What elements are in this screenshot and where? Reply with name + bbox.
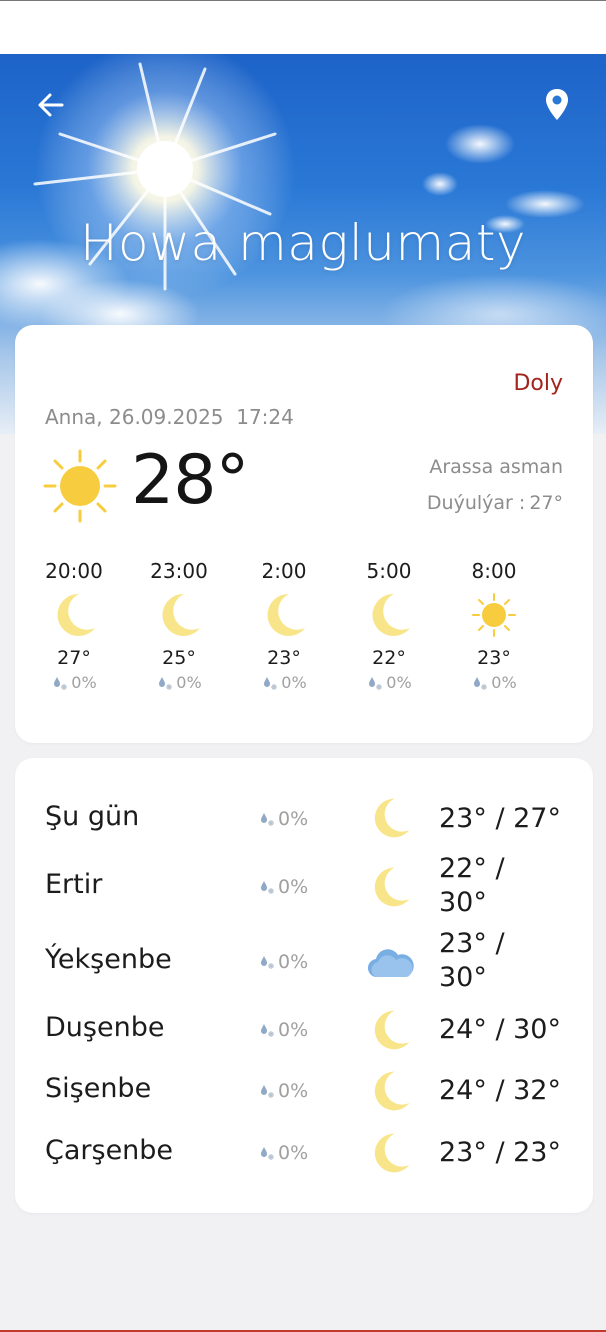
hourly-precip-value: 0% — [281, 673, 307, 692]
hourly-item: 5:00 22° 0% — [349, 559, 429, 692]
back-arrow-icon[interactable] — [34, 88, 68, 122]
day-precip: 0% — [258, 808, 308, 830]
cloud-icon — [367, 949, 414, 978]
hourly-temp: 27° — [57, 647, 91, 669]
hourly-item: 23:00 25° 0% — [139, 559, 219, 692]
day-precip: 0% — [258, 1080, 308, 1102]
day-precip-value: 0% — [278, 1142, 309, 1164]
hourly-temp: 23° — [267, 647, 301, 669]
hourly-item: 20:00 27° 0% — [34, 559, 114, 692]
daily-forecast-card: Şu gün 0% 23° / 27° Ertir 0% 22° / 30° Ý… — [15, 758, 593, 1213]
day-precip-value: 0% — [278, 1080, 309, 1102]
precipitation-icon — [264, 676, 278, 690]
precipitation-icon — [474, 676, 488, 690]
current-date: Anna, 26.09.2025 — [45, 405, 224, 429]
feels-like-value: 27° — [529, 492, 563, 514]
moon-icon — [267, 593, 305, 636]
current-temperature: 28° — [131, 441, 250, 520]
location-pin-icon[interactable] — [540, 86, 574, 124]
hourly-precip: 0% — [454, 673, 534, 692]
hourly-temp: 22° — [372, 647, 406, 669]
precipitation-icon — [54, 676, 68, 690]
hourly-time: 23:00 — [150, 559, 208, 583]
hourly-precip: 0% — [139, 673, 219, 692]
day-precip: 0% — [258, 951, 308, 973]
day-precip-value: 0% — [278, 951, 309, 973]
precipitation-icon — [261, 1024, 274, 1037]
day-precip-value: 0% — [278, 1019, 309, 1041]
day-temps: 23° / 23° — [439, 1137, 561, 1168]
precipitation-icon — [261, 881, 274, 894]
day-precip: 0% — [258, 876, 308, 898]
day-name: Ertir — [45, 869, 103, 900]
day-temps: 24° / 30° — [439, 1014, 561, 1045]
moon-icon — [372, 593, 410, 636]
hourly-precip-value: 0% — [386, 673, 412, 692]
hourly-precip-value: 0% — [176, 673, 202, 692]
hourly-precip: 0% — [244, 673, 324, 692]
weather-description: Arassa asman — [429, 456, 563, 478]
hourly-time: 5:00 — [366, 559, 412, 583]
hourly-time: 8:00 — [471, 559, 517, 583]
feels-like-label: Duýulýar : — [426, 492, 526, 514]
day-name: Ýekşenbe — [45, 944, 172, 975]
moon-icon — [374, 798, 410, 838]
more-details-link[interactable]: Doly — [513, 371, 563, 396]
hourly-temp: 25° — [162, 647, 196, 669]
hourly-item: 8:00 23° 0% — [454, 559, 534, 692]
hourly-precip-value: 0% — [491, 673, 517, 692]
sun-icon — [472, 593, 516, 637]
precipitation-icon — [159, 676, 173, 690]
sun-icon — [43, 449, 117, 523]
day-name: Çarşenbe — [45, 1135, 174, 1166]
page-title: Howa maglumaty — [79, 214, 527, 272]
day-precip-value: 0% — [278, 876, 309, 898]
day-temps: 23° / 27° — [439, 803, 561, 834]
moon-icon — [374, 1133, 410, 1173]
day-name: Duşenbe — [45, 1012, 165, 1043]
day-temps: 23° / 30° — [439, 928, 505, 993]
hourly-item: 2:00 23° 0% — [244, 559, 324, 692]
day-precip: 0% — [258, 1019, 308, 1041]
current-time: 17:24 — [236, 405, 294, 429]
precipitation-icon — [261, 956, 274, 969]
day-name: Şu gün — [45, 801, 140, 832]
hourly-time: 20:00 — [45, 559, 103, 583]
precipitation-icon — [261, 1147, 274, 1160]
precipitation-icon — [369, 676, 383, 690]
day-temps: 24° / 32° — [439, 1075, 561, 1106]
feels-like: Duýulýar :27° — [427, 492, 563, 514]
current-weather-card: Doly Anna, 26.09.2025 17:24 28° Arassa a… — [15, 325, 593, 743]
precipitation-icon — [261, 1085, 274, 1098]
day-precip: 0% — [258, 1142, 308, 1164]
moon-icon — [162, 593, 200, 636]
moon-icon — [374, 867, 410, 907]
current-datetime: Anna, 26.09.2025 17:24 — [45, 405, 294, 429]
hourly-precip-value: 0% — [71, 673, 97, 692]
moon-icon — [374, 1010, 410, 1050]
day-temps: 22° / 30° — [439, 853, 505, 918]
hourly-precip: 0% — [34, 673, 114, 692]
moon-icon — [57, 593, 95, 636]
hourly-temp: 23° — [477, 647, 511, 669]
moon-icon — [374, 1071, 410, 1111]
status-bar — [0, 0, 606, 54]
hourly-time: 2:00 — [261, 559, 307, 583]
hourly-precip: 0% — [349, 673, 429, 692]
day-precip-value: 0% — [278, 808, 309, 830]
day-name: Sişenbe — [45, 1073, 152, 1104]
precipitation-icon — [261, 813, 274, 826]
